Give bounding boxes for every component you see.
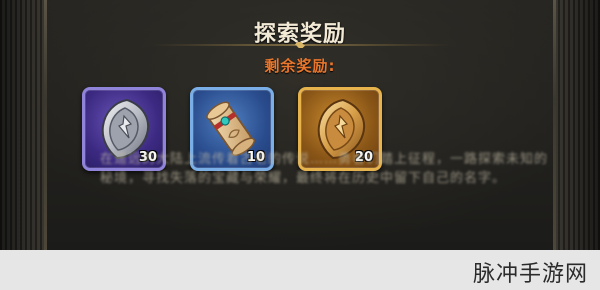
site-watermark: 脉冲手游网 (472, 262, 588, 287)
remaining-rewards-label: 剩余奖励: (264, 57, 336, 75)
blurred-description: 在遥远的大陆上流传着古老的传说……勇者们踏上征程，一路探索未知的秘境，寻找失落的… (100, 152, 549, 186)
title-divider (150, 42, 450, 48)
watermark-bar: 脉冲手游网 (0, 250, 600, 290)
reward-panel: 探索奖励 剩余奖励: 30 10 20 在遥远的大陆上流传着古老的传说……勇者们… (0, 0, 600, 250)
